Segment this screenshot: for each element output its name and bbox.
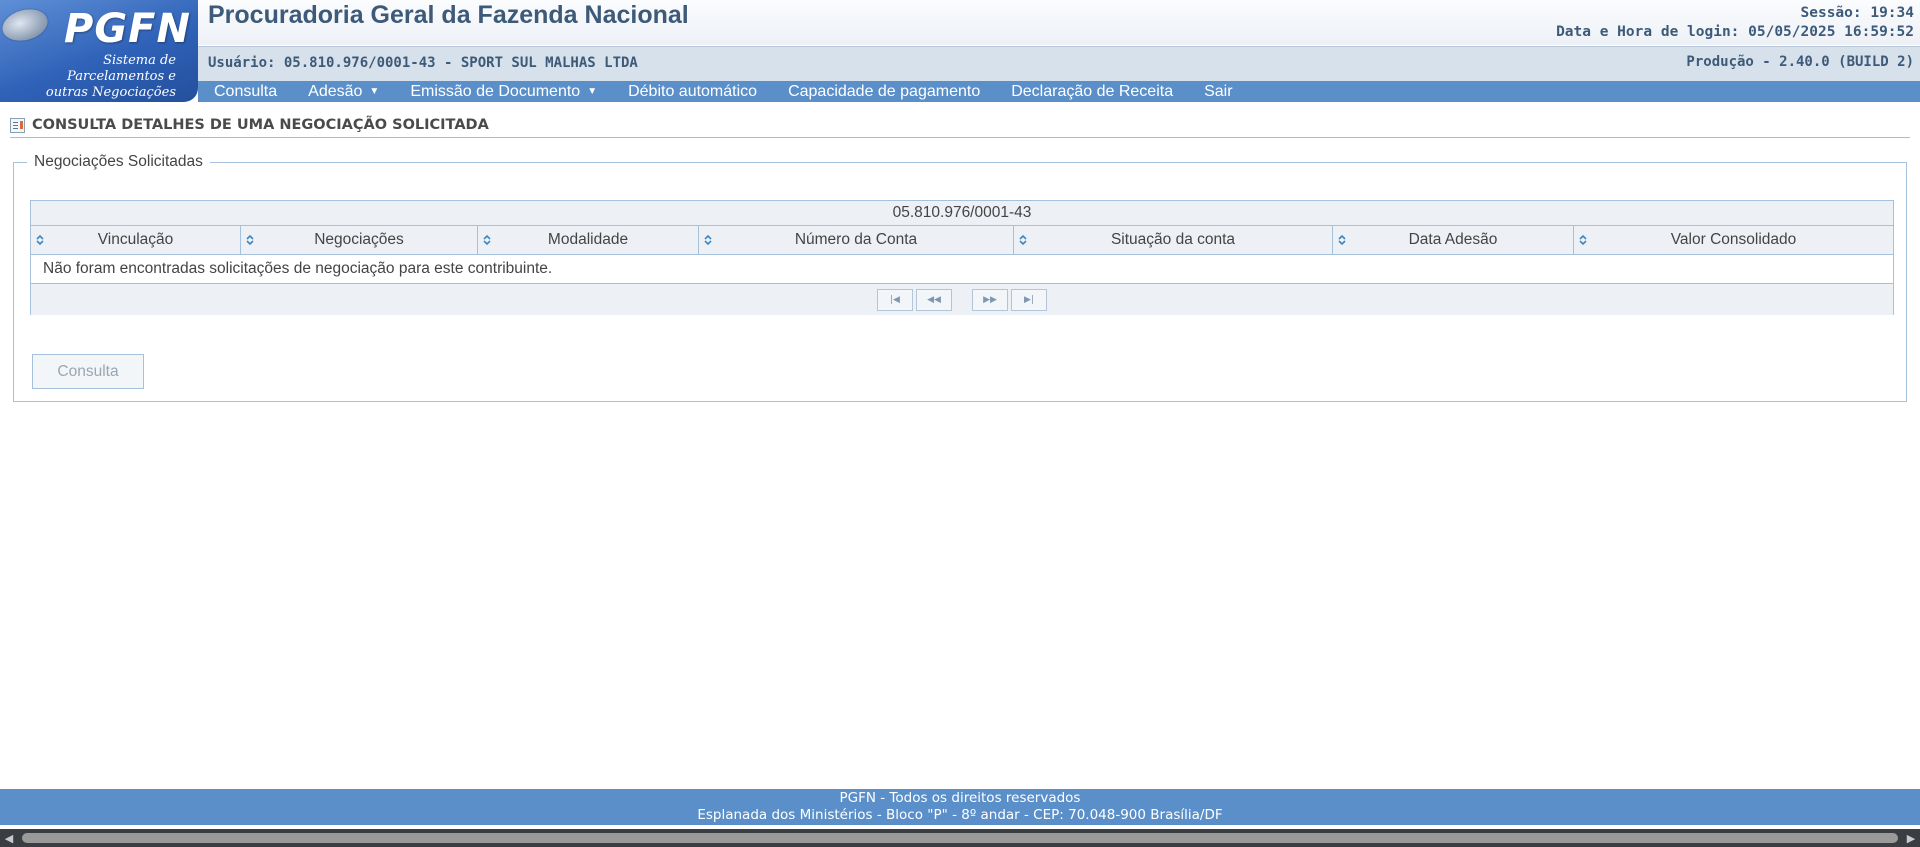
app-title: Procuradoria Geral da Fazenda Nacional [208, 1, 689, 29]
column-label: Número da Conta [794, 231, 918, 248]
first-page-button[interactable]: |◀ [877, 288, 913, 311]
scroll-right-arrow-icon[interactable]: ▶ [1902, 829, 1920, 847]
pgfn-logo[interactable]: PGFN Sistema de Parcelamentos e outras N… [0, 0, 198, 102]
column-label: Negociações [314, 231, 404, 248]
menu-item-consulta[interactable]: Consulta [214, 83, 277, 101]
document-list-icon [10, 117, 25, 133]
previous-page-button[interactable]: ◀◀ [916, 288, 952, 311]
scrollbar-thumb[interactable] [22, 833, 1898, 843]
paginator: |◀ ◀◀ ▶▶ ▶| [31, 284, 1893, 315]
horizontal-scrollbar[interactable]: ◀ ▶ [0, 829, 1920, 847]
column-label: Data Adesão [1408, 231, 1498, 248]
table-header: Vinculação Negociações Modalidade Número… [31, 226, 1893, 255]
last-page-icon: ▶| [1024, 294, 1034, 305]
fieldset-legend: Negociações Solicitadas [27, 153, 210, 171]
main-menu: Consulta Adesão ▼ Emissão de Documento ▼… [198, 81, 1920, 102]
column-label: Vinculação [97, 231, 174, 248]
title-bar: Procuradoria Geral da Fazenda Nacional S… [198, 0, 1920, 45]
menu-item-debito-automatico[interactable]: Débito automático [628, 83, 757, 101]
menu-item-label: Débito automático [628, 82, 758, 100]
column-header-numero-conta[interactable]: Número da Conta [699, 226, 1014, 254]
user-info: Usuário: 05.810.976/0001-43 - SPORT SUL … [208, 55, 638, 71]
next-page-icon: ▶▶ [983, 294, 997, 305]
column-header-negociacoes[interactable]: Negociações [241, 226, 478, 254]
version-info: Produção - 2.40.0 (BUILD 2) [1686, 54, 1914, 70]
next-page-button[interactable]: ▶▶ [972, 288, 1008, 311]
table-caption: 05.810.976/0001-43 [31, 201, 1893, 226]
menu-item-label: Adesão [308, 82, 363, 100]
menu-item-adesao[interactable]: Adesão ▼ [308, 83, 379, 101]
menu-item-label: Emissão de Documento [410, 82, 581, 100]
scroll-left-arrow-icon[interactable]: ◀ [0, 829, 18, 847]
column-label: Situação da conta [1110, 231, 1236, 248]
logo-tagline-line1: Sistema de [103, 53, 176, 68]
column-header-vinculacao[interactable]: Vinculação [31, 226, 241, 254]
sort-icon [704, 234, 712, 246]
sort-icon [483, 234, 491, 246]
user-bar: Usuário: 05.810.976/0001-43 - SPORT SUL … [198, 46, 1920, 81]
previous-page-icon: ◀◀ [927, 294, 941, 305]
sort-icon [1338, 234, 1346, 246]
column-label: Modalidade [547, 231, 629, 248]
session-timer: Sessão: 19:34 [1800, 5, 1915, 21]
column-header-modalidade[interactable]: Modalidade [478, 226, 699, 254]
page-title-bar: CONSULTA DETALHES DE UMA NEGOCIAÇÃO SOLI… [10, 113, 1910, 138]
footer-copyright: PGFN - Todos os direitos reservados [839, 790, 1081, 806]
footer: PGFN - Todos os direitos reservados Espl… [0, 789, 1920, 825]
consulta-button[interactable]: Consulta [32, 354, 144, 389]
logo-tagline-line2: Parcelamentos e [67, 69, 176, 84]
empty-table-message: Não foram encontradas solicitações de ne… [31, 255, 1893, 284]
menu-item-sair[interactable]: Sair [1204, 83, 1232, 101]
menu-item-label: Consulta [214, 82, 278, 100]
sort-icon [36, 234, 44, 246]
logo-brand: PGFN [64, 6, 191, 52]
menu-item-declaracao-receita[interactable]: Declaração de Receita [1011, 83, 1173, 101]
sort-icon [1019, 234, 1027, 246]
menu-item-emissao-documento[interactable]: Emissão de Documento ▼ [410, 83, 597, 101]
sort-icon [1579, 234, 1587, 246]
column-label: Valor Consolidado [1670, 231, 1797, 248]
logo-tagline-line3: outras Negociações [45, 85, 176, 100]
negociacoes-fieldset: Negociações Solicitadas 05.810.976/0001-… [13, 153, 1907, 402]
menu-item-capacidade-pagamento[interactable]: Capacidade de pagamento [788, 83, 980, 101]
menu-item-label: Capacidade de pagamento [788, 82, 981, 100]
page-title: CONSULTA DETALHES DE UMA NEGOCIAÇÃO SOLI… [32, 117, 489, 133]
session-info: Sessão: 19:34 Data e Hora de login: 05/0… [1556, 4, 1914, 42]
sort-icon [246, 234, 254, 246]
negociacoes-table: 05.810.976/0001-43 Vinculação Negociaçõe… [30, 200, 1894, 315]
footer-address: Esplanada dos Ministérios - Bloco "P" - … [697, 807, 1223, 823]
first-page-icon: |◀ [890, 294, 900, 305]
menu-item-label: Sair [1204, 82, 1233, 100]
logo-tagline: Sistema de Parcelamentos e outras Negoci… [26, 53, 176, 101]
column-header-situacao-conta[interactable]: Situação da conta [1014, 226, 1333, 254]
last-page-button[interactable]: ▶| [1011, 288, 1047, 311]
column-header-data-adesao[interactable]: Data Adesão [1333, 226, 1574, 254]
menu-item-label: Declaração de Receita [1011, 82, 1174, 100]
login-datetime: Data e Hora de login: 05/05/2025 16:59:5… [1556, 24, 1914, 40]
globe-icon [0, 4, 52, 46]
header: PGFN Sistema de Parcelamentos e outras N… [0, 0, 1920, 102]
column-header-valor-consolidado[interactable]: Valor Consolidado [1574, 226, 1893, 254]
caret-down-icon: ▼ [587, 86, 598, 97]
caret-down-icon: ▼ [369, 86, 380, 97]
